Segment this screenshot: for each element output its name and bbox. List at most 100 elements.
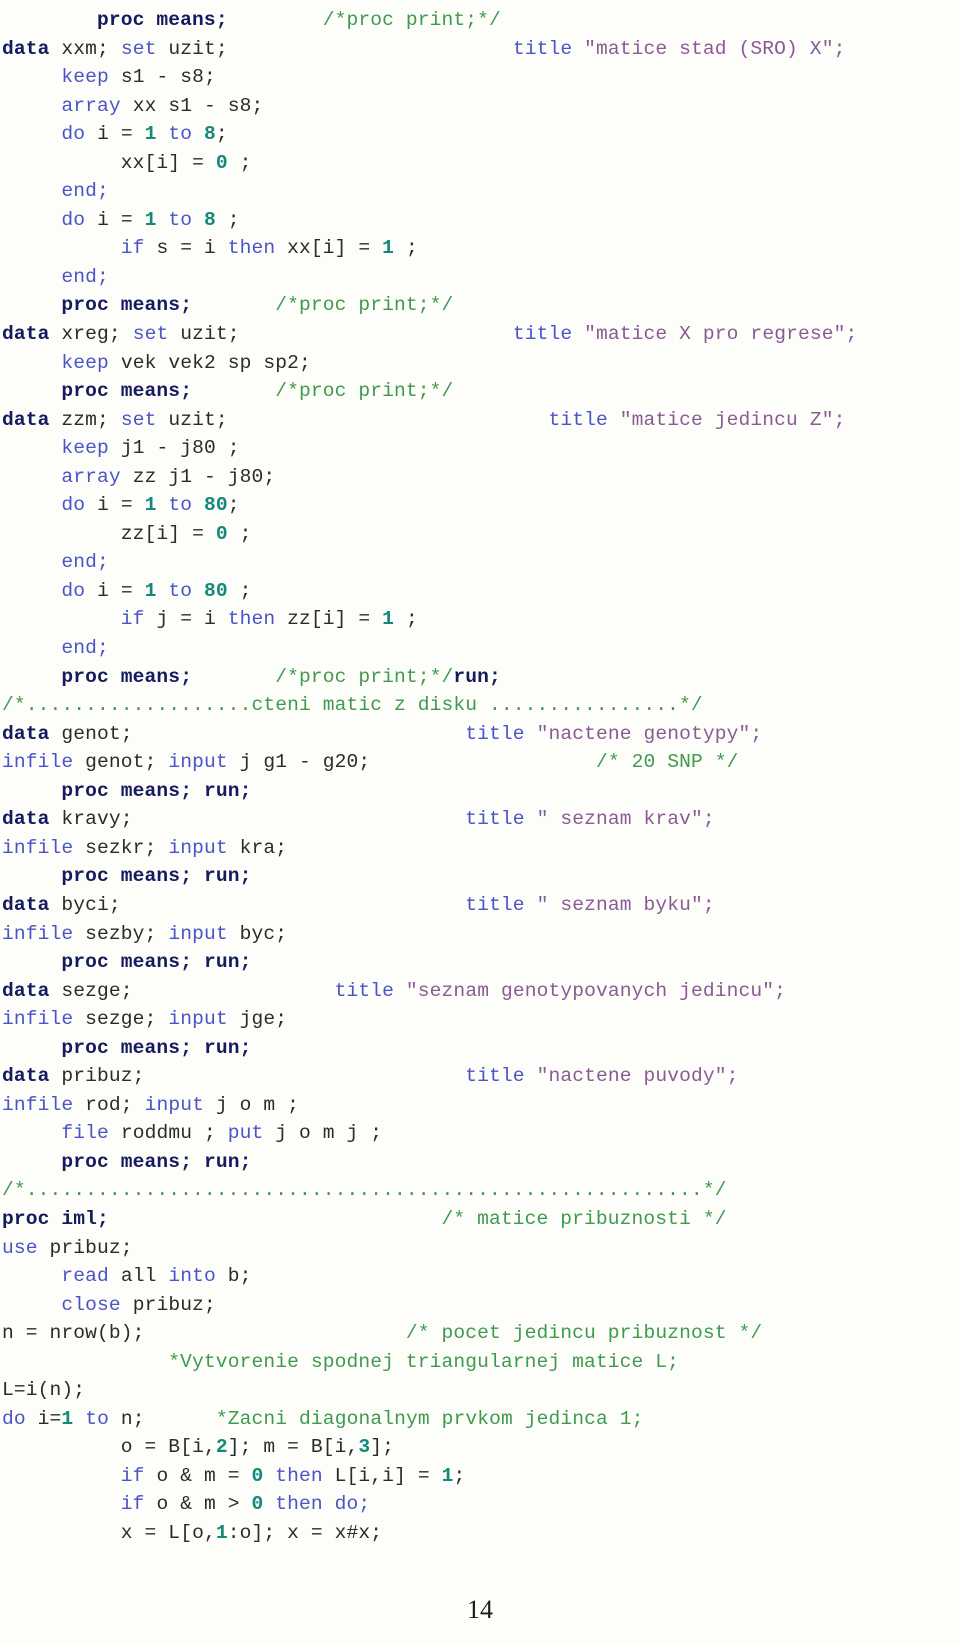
token-id: ; [227, 494, 240, 517]
code-line: proc means; /*proc print;*/ [2, 6, 960, 35]
token-cmt: *Zacni diagonalnym prvkom jedinca 1; [215, 1407, 644, 1430]
token-kw: do [61, 208, 86, 231]
token-cmt: /* matice pribuznosti */ [441, 1207, 727, 1230]
token-cmt: /*proc print;*/ [275, 294, 454, 317]
token-id: n = nrow(b); [2, 1322, 145, 1345]
token-num: 0 [215, 151, 228, 174]
code-line: if o & m = 0 then L[i,i] = 1; [2, 1462, 960, 1491]
code-line: if o & m > 0 then do; [2, 1490, 960, 1519]
token-kw: into [168, 1265, 216, 1288]
token-kw: file [61, 1122, 109, 1145]
token-cmt: *Vytvorenie spodnej triangularnej matice… [168, 1350, 680, 1373]
token-num: 2 [215, 1436, 228, 1459]
token-id: ; [394, 608, 418, 631]
token-kw: then [275, 1464, 323, 1487]
token-str: "matice stad (SRO) X"; [584, 37, 846, 60]
code-line: proc means; run; [2, 862, 960, 891]
token-id: j g1 - g20; [239, 751, 371, 774]
token-num: 1 [144, 208, 157, 231]
code-line: data genot; title "nactene genotypy"; [2, 720, 960, 749]
token-num: 80 [204, 579, 228, 602]
token-kw: input [144, 1093, 204, 1116]
token-id: x = L[o, [120, 1521, 216, 1544]
code-line: data pribuz; title "nactene puvody"; [2, 1062, 960, 1091]
token-id: o = B[i, [120, 1436, 216, 1459]
token-kw: set [120, 408, 157, 431]
token-proc: proc means; [61, 294, 193, 317]
token-id: uzit; [180, 323, 240, 346]
token-kw: input [168, 922, 228, 945]
token-kw: to [168, 494, 193, 517]
code-line: proc means; run; [2, 1148, 960, 1177]
code-line: data xreg; set uzit; title "matice X pro… [2, 320, 960, 349]
token-id: vek vek2 sp sp2; [120, 351, 311, 374]
token-id: ; [215, 208, 240, 231]
token-proc: proc means; run; [61, 1150, 252, 1173]
code-line: do i = 1 to 8; [2, 120, 960, 149]
token-id: sezby; [85, 922, 157, 945]
token-str: "seznam genotypovanych jedincu"; [405, 979, 787, 1002]
code-line: array zz j1 - j80; [2, 463, 960, 492]
token-proc: data [2, 408, 50, 431]
token-str: " seznam byku"; [536, 893, 715, 916]
token-kw: set [132, 323, 169, 346]
code-line: /*...................cteni matic z disku… [2, 691, 960, 720]
token-str: "nactene puvody"; [536, 1065, 739, 1088]
page-number: 14 [467, 1595, 493, 1624]
token-kw: use [2, 1236, 38, 1259]
token-id: roddmu ; [120, 1122, 216, 1145]
token-id: ]; m = B[i, [227, 1436, 359, 1459]
code-line: infile genot; input j g1 - g20; /* 20 SN… [2, 748, 960, 777]
token-proc: data [2, 893, 50, 916]
token-num: 3 [358, 1436, 371, 1459]
code-line: proc means; /*proc print;*/run; [2, 663, 960, 692]
token-kw: to [85, 1407, 109, 1430]
code-line: end; [2, 634, 960, 663]
token-id: i = [97, 494, 145, 517]
code-line: proc means; /*proc print;*/ [2, 291, 960, 320]
token-kw: infile [2, 836, 74, 859]
code-line: data sezge; title "seznam genotypovanych… [2, 977, 960, 1006]
token-id: zz[i] = [120, 522, 216, 545]
token-title: title [465, 1065, 525, 1088]
token-num: 80 [204, 494, 228, 517]
token-title: title [548, 408, 608, 431]
token-num: 8 [204, 208, 216, 231]
